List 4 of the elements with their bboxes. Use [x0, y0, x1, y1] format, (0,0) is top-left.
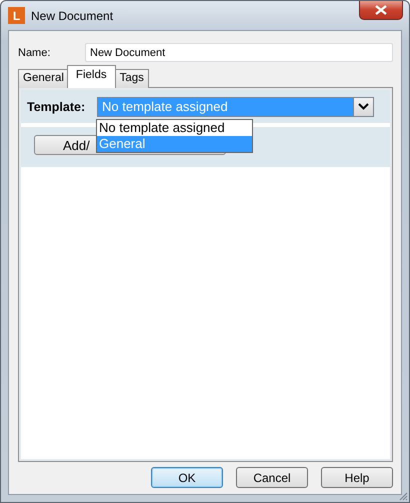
app-icon: L: [8, 7, 25, 24]
template-label: Template:: [27, 100, 86, 114]
window-title: New Document: [31, 8, 114, 22]
name-label: Name:: [18, 46, 52, 58]
